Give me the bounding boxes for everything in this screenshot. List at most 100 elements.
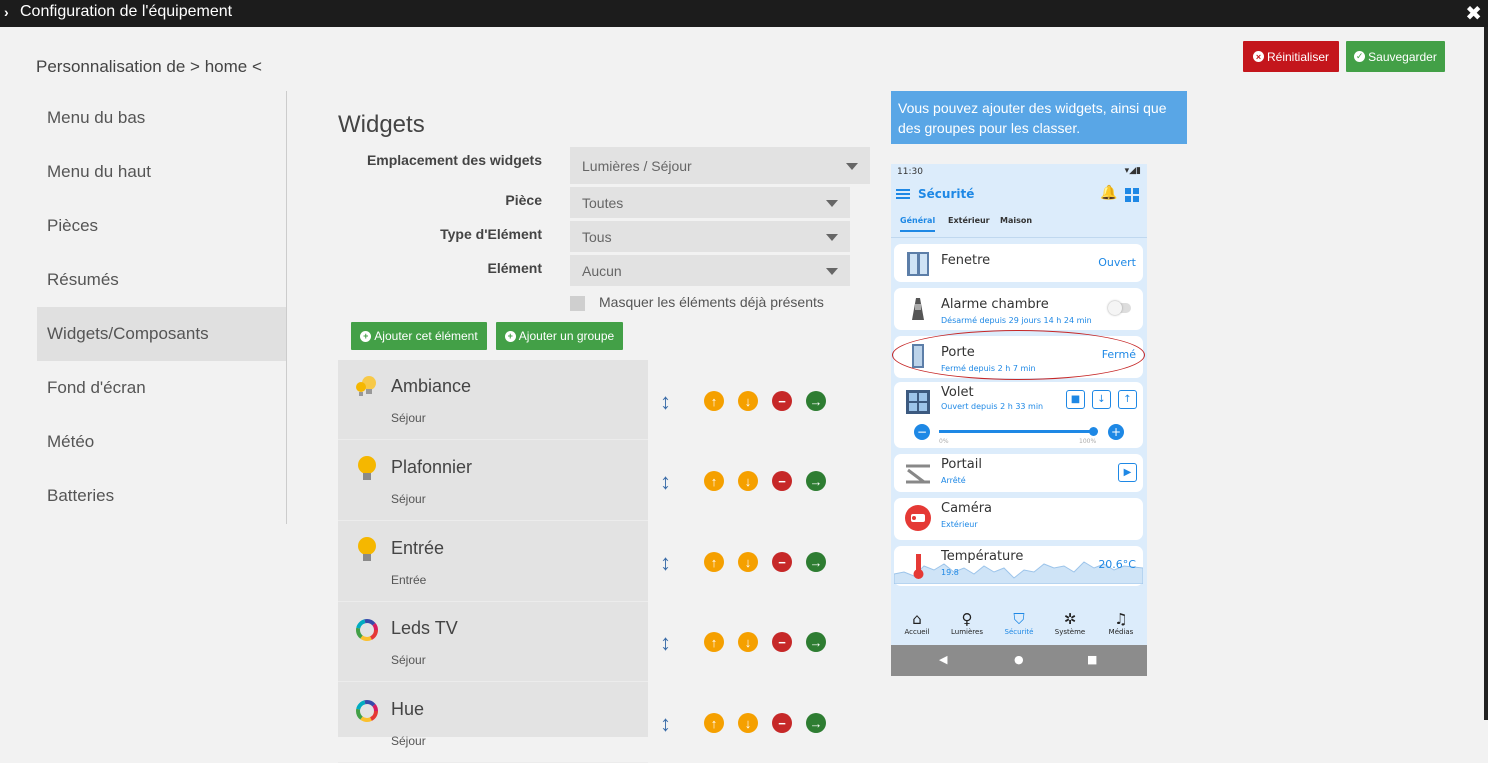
move-icon[interactable]: ↕	[660, 631, 671, 655]
remove-icon[interactable]: −	[772, 713, 792, 733]
title-bar: › Configuration de l'équipement ✖	[0, 0, 1488, 27]
phone-nav-securite: ⛉ Sécurité	[999, 610, 1039, 636]
alarm-icon	[912, 298, 924, 320]
move-down-icon[interactable]: ↓	[738, 552, 758, 572]
list-item[interactable]: Leds TV Séjour	[338, 602, 648, 682]
close-circle-icon: ×	[1252, 51, 1264, 62]
sidebar-item-menu-haut[interactable]: Menu du haut	[37, 145, 286, 199]
list-item[interactable]: Plafonnier Séjour	[338, 441, 648, 521]
room-select[interactable]: Toutes	[570, 187, 850, 218]
phone-card-temperature: Température 19.8 20.6°C	[894, 546, 1143, 586]
move-up-icon[interactable]: ↑	[704, 391, 724, 411]
sidebar-item-meteo[interactable]: Météo	[37, 415, 286, 469]
row-actions: ↕ ↑ ↓ − →	[660, 712, 830, 736]
move-up-icon[interactable]: ↑	[704, 713, 724, 733]
reset-button[interactable]: × Réinitialiser	[1243, 41, 1339, 72]
home-icon: ⌂	[912, 610, 922, 628]
phone-card-fenetre: Fenetre Ouvert	[894, 244, 1143, 282]
down-icon: ↓	[1092, 390, 1111, 409]
remove-icon[interactable]: −	[772, 471, 792, 491]
move-up-icon[interactable]: ↑	[704, 552, 724, 572]
remove-icon[interactable]: −	[772, 391, 792, 411]
go-icon[interactable]: →	[806, 632, 826, 652]
sidebar-item-resumes[interactable]: Résumés	[37, 253, 286, 307]
go-icon[interactable]: →	[806, 552, 826, 572]
phone-nav-accueil: ⌂ Accueil	[897, 610, 937, 636]
phone-card-camera: Caméra Extérieur	[894, 498, 1143, 540]
location-select[interactable]: Lumières / Séjour	[570, 147, 870, 184]
bulb-icon	[358, 456, 376, 480]
move-up-icon[interactable]: ↑	[704, 471, 724, 491]
thermometer-icon	[913, 554, 924, 579]
plus-circle-icon: +	[360, 330, 372, 342]
move-down-icon[interactable]: ↓	[738, 632, 758, 652]
remove-icon[interactable]: −	[772, 632, 792, 652]
sidebar: Menu du bas Menu du haut Pièces Résumés …	[37, 91, 287, 524]
minus-icon: −	[914, 424, 930, 440]
widget-room: Séjour	[391, 411, 426, 425]
play-icon: ▶	[1118, 463, 1137, 482]
move-icon[interactable]: ↕	[660, 712, 671, 736]
list-item[interactable]: Entrée Entrée	[338, 522, 648, 602]
move-down-icon[interactable]: ↓	[738, 713, 758, 733]
phone-preview: 11:30 ▾◢▮ Sécurité 🔔 Général Extérieur M…	[891, 164, 1147, 676]
close-icon[interactable]: ✖	[1465, 1, 1482, 26]
caret-down-icon	[826, 267, 838, 275]
phone-tab-exterieur: Extérieur	[948, 216, 990, 225]
widget-name: Hue	[391, 699, 425, 719]
move-icon[interactable]: ↕	[660, 470, 671, 494]
go-icon[interactable]: →	[806, 713, 826, 733]
element-select[interactable]: Aucun	[570, 255, 850, 286]
grid-icon	[1125, 188, 1139, 202]
phone-time: 11:30	[897, 167, 923, 177]
move-icon[interactable]: ↕	[660, 390, 671, 414]
widget-name: Plafonnier	[391, 457, 473, 477]
phone-card-alarme: Alarme chambre Désarmé depuis 29 jours 1…	[894, 288, 1143, 330]
plus-icon: +	[1108, 424, 1124, 440]
sidebar-item-fond-ecran[interactable]: Fond d'écran	[37, 361, 286, 415]
widget-name: Leds TV	[391, 618, 458, 638]
widget-name: Entrée	[391, 538, 445, 558]
list-item[interactable]: Hue Séjour	[338, 683, 648, 763]
color-ring-icon	[356, 619, 378, 641]
bulb-icon	[358, 537, 376, 561]
caret-down-icon	[826, 199, 838, 207]
hide-present-label: Masquer les éléments déjà présents	[599, 294, 824, 310]
widget-name: Ambiance	[391, 376, 472, 396]
sidebar-item-widgets[interactable]: Widgets/Composants	[37, 307, 286, 361]
sidebar-item-batteries[interactable]: Batteries	[37, 469, 286, 523]
add-element-button[interactable]: + Ajouter cet élément	[351, 322, 487, 350]
type-select[interactable]: Tous	[570, 221, 850, 252]
stop-icon: ■	[1066, 390, 1085, 409]
scrollbar[interactable]	[1484, 27, 1488, 720]
sidebar-item-menu-bas[interactable]: Menu du bas	[37, 91, 286, 145]
move-up-icon[interactable]: ↑	[704, 632, 724, 652]
media-icon: ♫	[1114, 610, 1128, 628]
go-icon[interactable]: →	[806, 391, 826, 411]
move-down-icon[interactable]: ↓	[738, 391, 758, 411]
remove-icon[interactable]: −	[772, 552, 792, 572]
check-circle-icon: ✓	[1354, 51, 1366, 62]
row-actions: ↕ ↑ ↓ − →	[660, 470, 830, 494]
widget-room: Séjour	[391, 653, 426, 667]
home-dot-icon: ●	[1014, 653, 1024, 666]
phone-tab-general: Général	[900, 216, 936, 232]
window-title: Configuration de l'équipement	[20, 3, 233, 20]
move-down-icon[interactable]: ↓	[738, 471, 758, 491]
widgets-heading: Widgets	[338, 111, 425, 138]
phone-title: Sécurité	[918, 187, 975, 201]
bulb-icon: ♀	[961, 610, 973, 628]
widget-room: Séjour	[391, 492, 426, 506]
caret-down-icon	[826, 233, 838, 241]
sidebar-item-pieces[interactable]: Pièces	[37, 199, 286, 253]
go-icon[interactable]: →	[806, 471, 826, 491]
hide-present-checkbox[interactable]	[570, 296, 585, 311]
move-icon[interactable]: ↕	[660, 551, 671, 575]
chevron-right-icon: ›	[4, 4, 9, 20]
add-group-button[interactable]: + Ajouter un groupe	[496, 322, 623, 350]
save-button[interactable]: ✓ Sauvegarder	[1346, 41, 1445, 72]
info-box: Vous pouvez ajouter des widgets, ainsi q…	[891, 91, 1187, 144]
phone-tabs: Général Extérieur Maison	[891, 214, 1147, 238]
recents-icon: ■	[1087, 653, 1098, 666]
list-item[interactable]: Ambiance Séjour	[338, 360, 648, 440]
